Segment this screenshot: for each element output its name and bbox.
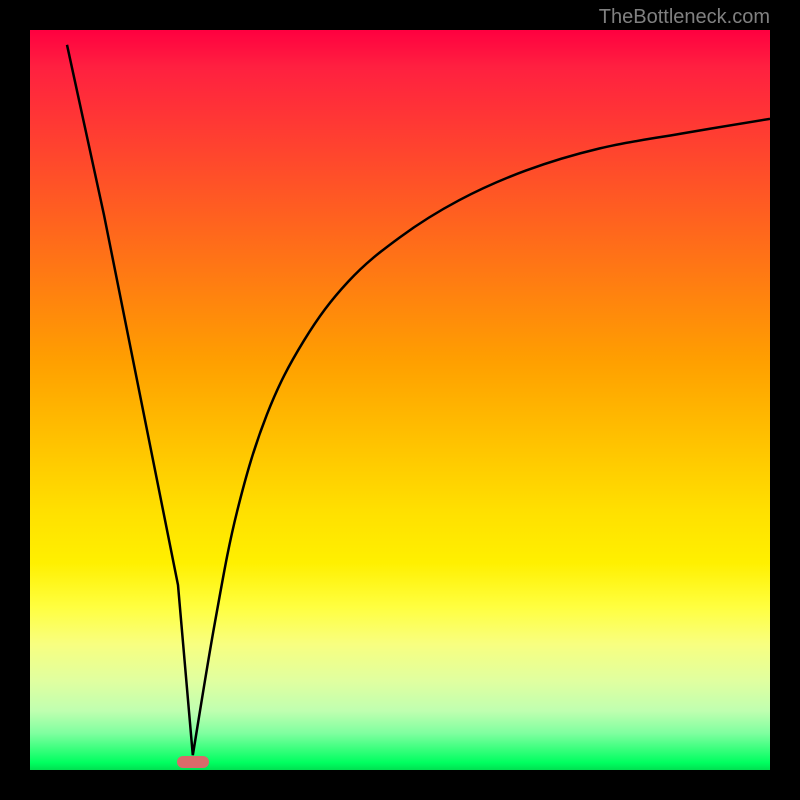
curve-plot [30, 30, 770, 770]
bottleneck-curve [67, 45, 770, 755]
optimal-marker [177, 756, 209, 768]
chart-area [30, 30, 770, 770]
watermark-text: TheBottleneck.com [599, 6, 770, 29]
